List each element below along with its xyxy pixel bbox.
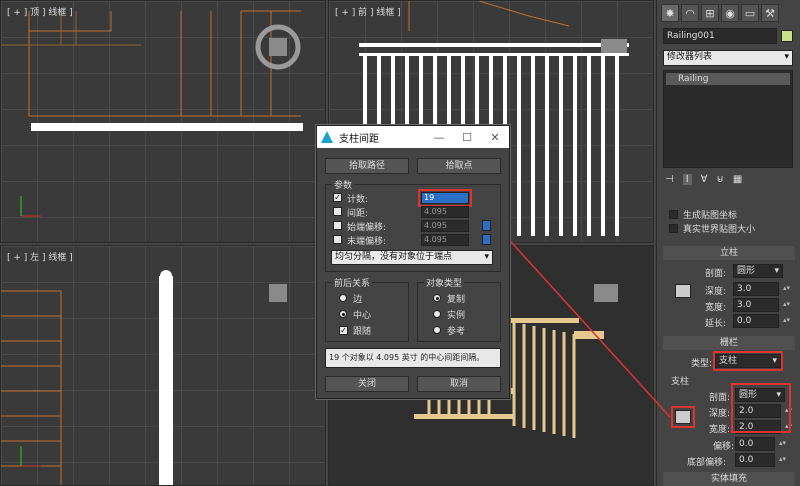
configure-sets-icon[interactable]: ▦ bbox=[733, 174, 742, 185]
pick-points-button[interactable]: 拾取点 bbox=[417, 158, 501, 174]
posts-rollout-title[interactable]: 立柱 bbox=[663, 246, 795, 260]
start-offset-checkbox[interactable] bbox=[333, 221, 342, 230]
display-tab-icon[interactable]: ▭ bbox=[741, 4, 759, 22]
create-tab-icon[interactable]: ✸ bbox=[661, 4, 679, 22]
viewport-left[interactable]: [ + ] 左 ] 线框 ] bbox=[0, 245, 326, 486]
spacing-label: 间距: bbox=[347, 209, 369, 219]
utilities-tab-icon[interactable]: ⚒ bbox=[761, 4, 779, 22]
status-message: 19 个对象以 4.095 英寸 的中心间距间隔。 bbox=[325, 348, 501, 368]
modify-tab-icon[interactable]: ◠ bbox=[681, 4, 699, 22]
start-offset-input[interactable]: 4.095 bbox=[421, 220, 469, 232]
context-group-title: 前后关系 bbox=[332, 276, 373, 289]
highlight-box bbox=[731, 383, 791, 433]
fencing-type-label: 类型: bbox=[691, 359, 713, 369]
minimize-icon[interactable]: — bbox=[425, 131, 453, 144]
viewport-label[interactable]: [ + ] 左 ] 线框 ] bbox=[7, 250, 73, 263]
follow-label: 跟随 bbox=[353, 327, 372, 337]
viewport-top[interactable]: [ + ] 顶 ] 线框 ] bbox=[0, 0, 326, 243]
bottom-offset-spinner-2[interactable]: 0.0 bbox=[735, 453, 786, 467]
bottom-offset-spinner-1[interactable]: 0.0 bbox=[735, 437, 786, 451]
highlight-box bbox=[713, 351, 783, 371]
close-button[interactable]: 关闭 bbox=[325, 376, 409, 392]
pickets-width-label: 宽度: bbox=[709, 425, 731, 435]
command-panel-tabs: ✸ ◠ ⊞ ◉ ▭ ⚒ bbox=[657, 0, 800, 26]
spacing-input[interactable]: 4.095 bbox=[421, 206, 469, 218]
type-copy-radio[interactable] bbox=[433, 294, 441, 302]
pickets-group-label: 支柱 bbox=[671, 377, 690, 387]
end-offset-label: 末端偏移: bbox=[347, 237, 387, 247]
follow-checkbox[interactable]: ✓ bbox=[339, 326, 348, 335]
context-edge-radio[interactable] bbox=[339, 294, 347, 302]
type-reference-radio[interactable] bbox=[433, 326, 441, 334]
type-reference-label: 参考 bbox=[447, 327, 466, 337]
context-center-radio[interactable] bbox=[339, 310, 347, 318]
highlight-box bbox=[671, 406, 695, 428]
posts-spacing-icon[interactable] bbox=[675, 284, 691, 298]
viewport-label[interactable]: [ + ] 顶 ] 线框 ] bbox=[7, 5, 73, 18]
pick-path-button[interactable]: 拾取路径 bbox=[325, 158, 409, 174]
remove-modifier-icon[interactable]: ⊌ bbox=[717, 174, 724, 185]
gen-mapping-label: 生成贴图坐标 bbox=[683, 211, 738, 221]
type-instance-radio[interactable] bbox=[433, 310, 441, 318]
parameters-group-title: 参数 bbox=[332, 178, 355, 191]
object-type-group-title: 对象类型 bbox=[424, 276, 465, 289]
dialog-titlebar[interactable]: 支柱间距 — ☐ ✕ bbox=[317, 126, 509, 148]
top-view-geometry bbox=[1, 10, 303, 217]
posts-width-label: 宽度: bbox=[705, 303, 727, 313]
bottom-offset-label-2: 底部偏移: bbox=[687, 458, 727, 468]
context-edge-label: 边 bbox=[353, 295, 363, 305]
lock-end-icon[interactable] bbox=[482, 234, 491, 245]
stack-item[interactable]: Railing bbox=[666, 73, 790, 85]
type-instance-label: 实例 bbox=[447, 311, 466, 321]
stack-toolbar: ⊣ Ι ∀ ⊌ ▦ bbox=[665, 174, 742, 185]
start-offset-label: 始端偏移: bbox=[347, 223, 387, 233]
context-center-label: 中心 bbox=[353, 311, 372, 321]
cancel-button[interactable]: 取消 bbox=[417, 376, 501, 392]
fencing-rollout-title[interactable]: 栅栏 bbox=[663, 336, 795, 350]
posts-width-spinner[interactable]: 3.0 bbox=[733, 298, 790, 312]
spacing-tool-dialog: 支柱间距 — ☐ ✕ 拾取路径 拾取点 参数 ✓ 计数: 19 间距: 4.09… bbox=[316, 125, 510, 399]
lock-start-icon[interactable] bbox=[482, 220, 491, 231]
command-panel: ✸ ◠ ⊞ ◉ ▭ ⚒ Railing001 修改器列表 Railing ⊣ Ι… bbox=[656, 0, 800, 486]
pickets-profile-label: 剖面: bbox=[709, 393, 731, 403]
posts-extension-label: 延长: bbox=[705, 319, 727, 329]
real-world-label: 真实世界贴图大小 bbox=[683, 225, 756, 235]
maximize-icon[interactable]: ☐ bbox=[453, 131, 481, 144]
modifier-list-dropdown[interactable]: 修改器列表 bbox=[663, 50, 793, 66]
posts-profile-label: 剖面: bbox=[705, 269, 727, 279]
type-copy-label: 复制 bbox=[447, 295, 466, 305]
solid-fill-rollout-title[interactable]: 实体填充 bbox=[663, 472, 795, 486]
highlight-box bbox=[418, 189, 472, 207]
motion-tab-icon[interactable]: ◉ bbox=[721, 4, 739, 22]
viewport-label[interactable]: [ + ] 前 ] 线框 ] bbox=[335, 5, 401, 18]
posts-profile-dropdown[interactable]: 圆形 bbox=[733, 264, 783, 278]
dialog-title: 支柱间距 bbox=[339, 133, 379, 145]
distribution-dropdown[interactable]: 均匀分隔，没有对象位于端点 bbox=[331, 250, 493, 265]
real-world-checkbox[interactable] bbox=[669, 224, 678, 233]
object-name-field[interactable]: Railing001 bbox=[663, 28, 777, 44]
show-end-result-icon[interactable]: Ι bbox=[682, 174, 692, 185]
count-label: 计数: bbox=[347, 195, 369, 205]
end-offset-input[interactable]: 4.095 bbox=[421, 234, 469, 246]
count-checkbox[interactable]: ✓ bbox=[333, 193, 342, 202]
pickets-depth-label: 深度: bbox=[709, 409, 731, 419]
close-icon[interactable]: ✕ bbox=[481, 131, 509, 144]
posts-depth-label: 深度: bbox=[705, 287, 727, 297]
end-offset-checkbox[interactable] bbox=[333, 235, 342, 244]
hierarchy-tab-icon[interactable]: ⊞ bbox=[701, 4, 719, 22]
posts-depth-spinner[interactable]: 3.0 bbox=[733, 282, 790, 296]
bottom-offset-label-1: 偏移: bbox=[713, 442, 735, 452]
app-logo-icon bbox=[321, 131, 333, 143]
spacing-checkbox[interactable] bbox=[333, 207, 342, 216]
left-view-geometry bbox=[1, 270, 287, 485]
pin-stack-icon[interactable]: ⊣ bbox=[665, 174, 674, 185]
make-unique-icon[interactable]: ∀ bbox=[701, 174, 708, 185]
posts-extension-spinner[interactable]: 0.0 bbox=[733, 314, 790, 328]
gen-mapping-checkbox[interactable] bbox=[669, 210, 678, 219]
modifier-stack[interactable]: Railing bbox=[663, 70, 793, 168]
object-color-swatch[interactable] bbox=[781, 30, 793, 42]
